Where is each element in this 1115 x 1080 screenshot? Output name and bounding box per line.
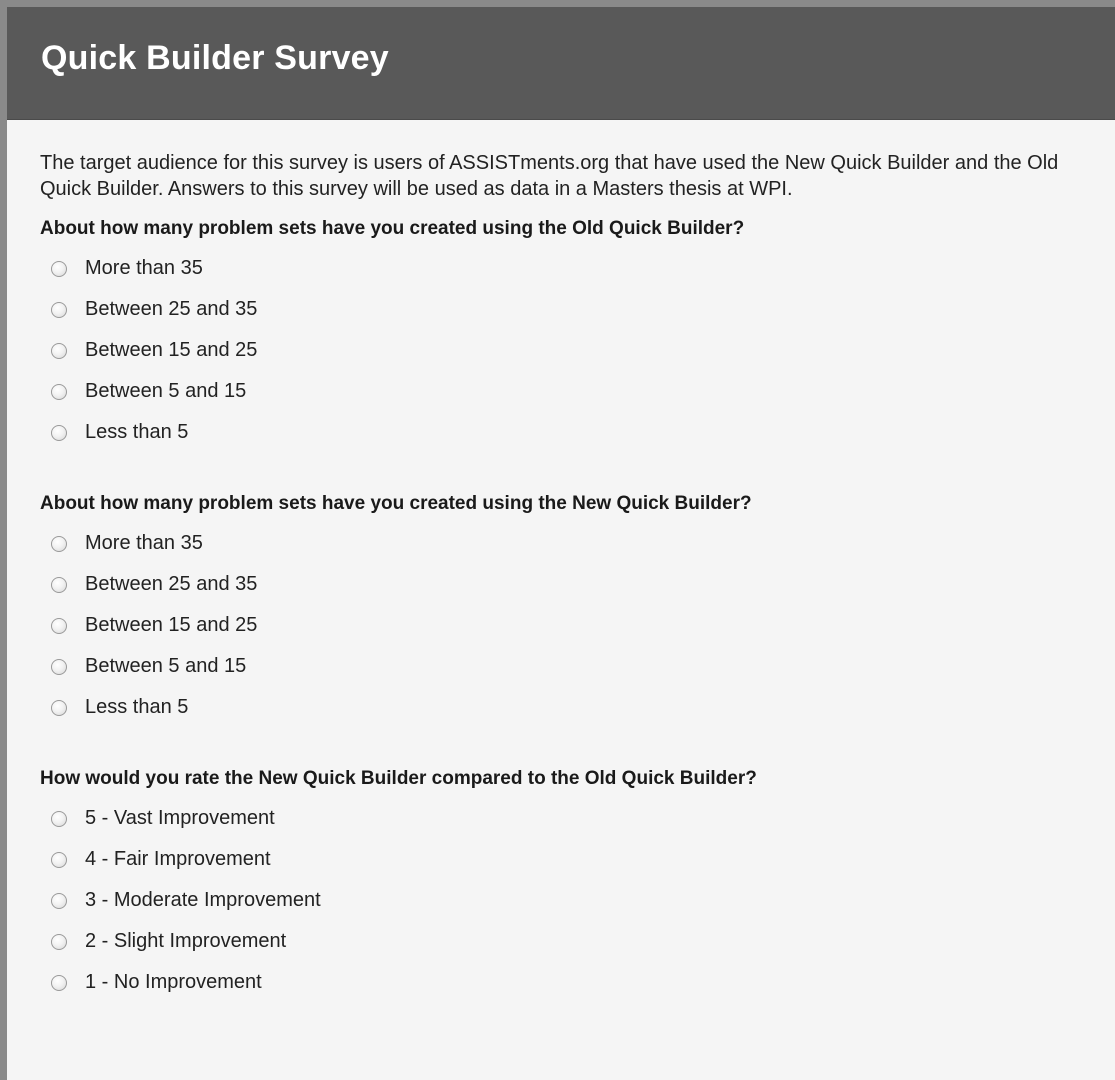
radio-button[interactable] [51, 810, 67, 827]
question-title: About how many problem sets have you cre… [40, 493, 752, 514]
radio-option[interactable]: Between 5 and 15 [40, 371, 1091, 412]
radio-button[interactable] [51, 851, 67, 868]
options-list: More than 35 Between 25 and 35 Between 1… [40, 248, 1091, 453]
option-label: 4 - Fair Improvement [85, 848, 271, 870]
option-label: Less than 5 [85, 421, 189, 443]
question-old-quick-builder-count: About how many problem sets have you cre… [40, 216, 1091, 453]
option-label: Between 5 and 15 [85, 655, 247, 677]
radio-option[interactable]: More than 35 [40, 248, 1091, 289]
option-label: More than 35 [85, 257, 203, 279]
radio-option[interactable]: More than 35 [40, 523, 1091, 564]
radio-button[interactable] [51, 383, 67, 400]
radio-option[interactable]: Between 15 and 25 [40, 330, 1091, 371]
option-label: Between 5 and 15 [85, 380, 247, 402]
radio-option[interactable]: 1 - No Improvement [40, 962, 1091, 1003]
options-list: 5 - Vast Improvement 4 - Fair Improvemen… [40, 798, 1091, 1003]
radio-button[interactable] [51, 974, 67, 991]
option-label: Between 15 and 25 [85, 614, 258, 636]
radio-option[interactable]: Between 25 and 35 [40, 564, 1091, 605]
question-title: How would you rate the New Quick Builder… [40, 768, 757, 789]
radio-button[interactable] [51, 892, 67, 909]
radio-button[interactable] [51, 933, 67, 950]
question-rating: How would you rate the New Quick Builder… [40, 766, 1091, 1003]
radio-button[interactable] [51, 576, 67, 593]
option-label: More than 35 [85, 532, 203, 554]
radio-button[interactable] [51, 424, 67, 441]
survey-content: The target audience for this survey is u… [7, 120, 1115, 1003]
question-title: About how many problem sets have you cre… [40, 218, 745, 239]
radio-button[interactable] [51, 658, 67, 675]
radio-option[interactable]: 5 - Vast Improvement [40, 798, 1091, 839]
radio-button[interactable] [51, 301, 67, 318]
option-label: 2 - Slight Improvement [85, 930, 287, 952]
survey-intro: The target audience for this survey is u… [40, 152, 1059, 200]
option-label: 5 - Vast Improvement [85, 807, 275, 829]
survey-header: Quick Builder Survey [7, 7, 1115, 120]
radio-button[interactable] [51, 342, 67, 359]
option-label: 1 - No Improvement [85, 971, 262, 993]
radio-button[interactable] [51, 260, 67, 277]
survey-window: Quick Builder Survey The target audience… [0, 0, 1115, 1080]
radio-button[interactable] [51, 535, 67, 552]
radio-option[interactable]: Less than 5 [40, 687, 1091, 728]
radio-option[interactable]: Between 15 and 25 [40, 605, 1091, 646]
radio-option[interactable]: 3 - Moderate Improvement [40, 880, 1091, 921]
radio-option[interactable]: Between 25 and 35 [40, 289, 1091, 330]
radio-option[interactable]: 4 - Fair Improvement [40, 839, 1091, 880]
options-list: More than 35 Between 25 and 35 Between 1… [40, 523, 1091, 728]
option-label: Less than 5 [85, 696, 189, 718]
option-label: Between 25 and 35 [85, 573, 258, 595]
option-label: 3 - Moderate Improvement [85, 889, 321, 911]
radio-option[interactable]: 2 - Slight Improvement [40, 921, 1091, 962]
radio-button[interactable] [51, 617, 67, 634]
question-new-quick-builder-count: About how many problem sets have you cre… [40, 491, 1091, 728]
option-label: Between 25 and 35 [85, 298, 258, 320]
radio-option[interactable]: Between 5 and 15 [40, 646, 1091, 687]
page-title: Quick Builder Survey [41, 38, 389, 77]
radio-option[interactable]: Less than 5 [40, 412, 1091, 453]
radio-button[interactable] [51, 699, 67, 716]
option-label: Between 15 and 25 [85, 339, 258, 361]
